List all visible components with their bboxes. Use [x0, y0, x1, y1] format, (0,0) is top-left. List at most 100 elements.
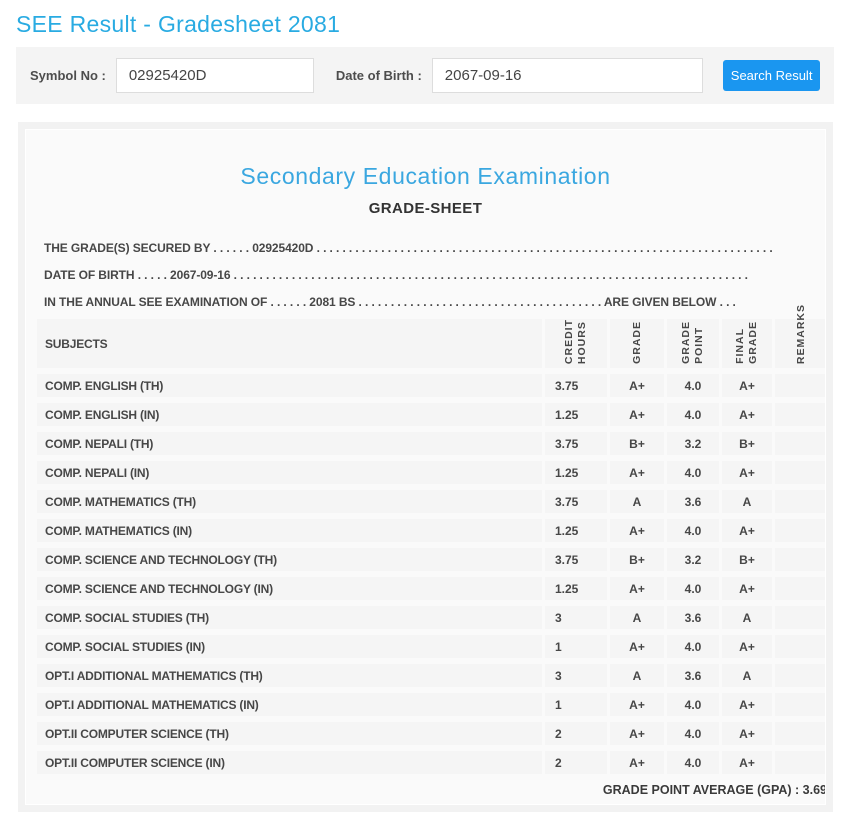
remarks-cell [772, 519, 826, 542]
grades-table: SUBJECTS CREDIT HOURS GRADE GRADE POINT … [37, 319, 826, 774]
date-of-birth-input[interactable] [432, 58, 703, 93]
remarks-cell [772, 548, 826, 571]
grade-point-cell: 4.0 [664, 374, 719, 397]
table-row: OPT.I ADDITIONAL MATHEMATICS (TH) 3 A 3.… [37, 664, 826, 687]
subject-cell: COMP. SCIENCE AND TECHNOLOGY (IN) [37, 577, 542, 600]
secured-by-line: THE GRADE(S) SECURED BY . . . . . . 0292… [44, 235, 776, 262]
subject-cell: COMP. ENGLISH (IN) [37, 403, 542, 426]
remarks-cell [772, 374, 826, 397]
search-form: Symbol No : Date of Birth : Search Resul… [16, 47, 834, 104]
remarks-cell [772, 722, 826, 745]
gradesheet-subheading: GRADE-SHEET [32, 200, 819, 217]
final-grade-cell: B+ [719, 548, 772, 571]
grade-point-cell: 4.0 [664, 577, 719, 600]
grade-point-cell: 4.0 [664, 461, 719, 484]
grade-point-cell: 4.0 [664, 403, 719, 426]
table-row: COMP. SCIENCE AND TECHNOLOGY (TH) 3.75 B… [37, 548, 826, 571]
remarks-cell [772, 751, 826, 774]
table-row: COMP. MATHEMATICS (IN) 1.25 A+ 4.0 A+ [37, 519, 826, 542]
grade-cell: A [607, 606, 664, 629]
remarks-cell [772, 461, 826, 484]
final-grade-cell: A+ [719, 374, 772, 397]
table-row: COMP. SOCIAL STUDIES (TH) 3 A 3.6 A [37, 606, 826, 629]
grade-point-cell: 4.0 [664, 751, 719, 774]
remarks-cell [772, 664, 826, 687]
credit-hours-cell: 1.25 [542, 403, 607, 426]
subject-cell: OPT.I ADDITIONAL MATHEMATICS (IN) [37, 693, 542, 716]
intro-lines: THE GRADE(S) SECURED BY . . . . . . 0292… [44, 235, 776, 316]
credit-hours-cell: 3.75 [542, 490, 607, 513]
table-row: OPT.II COMPUTER SCIENCE (TH) 2 A+ 4.0 A+ [37, 722, 826, 745]
column-header-remarks: REMARKS [772, 319, 826, 368]
final-grade-cell: A+ [719, 693, 772, 716]
column-header-grade-point: GRADE POINT [664, 319, 719, 368]
date-of-birth-label: Date of Birth : [336, 68, 422, 83]
table-row: COMP. MATHEMATICS (TH) 3.75 A 3.6 A [37, 490, 826, 513]
grade-point-cell: 3.6 [664, 606, 719, 629]
remarks-cell [772, 577, 826, 600]
credit-hours-cell: 3.75 [542, 374, 607, 397]
result-container: Secondary Education Examination GRADE-SH… [18, 122, 833, 812]
table-row: OPT.II COMPUTER SCIENCE (IN) 2 A+ 4.0 A+ [37, 751, 826, 774]
grade-point-cell: 3.6 [664, 490, 719, 513]
remarks-cell [772, 635, 826, 658]
grade-point-cell: 4.0 [664, 722, 719, 745]
table-row: COMP. ENGLISH (TH) 3.75 A+ 4.0 A+ [37, 374, 826, 397]
grade-cell: A [607, 664, 664, 687]
final-grade-cell: A+ [719, 577, 772, 600]
final-grade-cell: A+ [719, 722, 772, 745]
search-result-button[interactable]: Search Result [723, 60, 820, 91]
grade-cell: A+ [607, 374, 664, 397]
column-header-grade: GRADE [607, 319, 664, 368]
final-grade-cell: A [719, 490, 772, 513]
symbol-no-input[interactable] [116, 58, 314, 93]
subject-cell: COMP. NEPALI (IN) [37, 461, 542, 484]
final-grade-cell: B+ [719, 432, 772, 455]
table-header-row: SUBJECTS CREDIT HOURS GRADE GRADE POINT … [37, 319, 826, 368]
grade-point-cell: 4.0 [664, 519, 719, 542]
remarks-cell [772, 403, 826, 426]
subject-cell: COMP. MATHEMATICS (TH) [37, 490, 542, 513]
table-row: COMP. NEPALI (IN) 1.25 A+ 4.0 A+ [37, 461, 826, 484]
credit-hours-cell: 3 [542, 606, 607, 629]
remarks-cell [772, 432, 826, 455]
credit-hours-cell: 2 [542, 751, 607, 774]
exam-heading: Secondary Education Examination [32, 163, 819, 190]
credit-hours-cell: 1.25 [542, 577, 607, 600]
subject-cell: COMP. SOCIAL STUDIES (IN) [37, 635, 542, 658]
grade-cell: A+ [607, 403, 664, 426]
final-grade-cell: A [719, 664, 772, 687]
grade-cell: B+ [607, 548, 664, 571]
subject-cell: OPT.I ADDITIONAL MATHEMATICS (TH) [37, 664, 542, 687]
table-body: COMP. ENGLISH (TH) 3.75 A+ 4.0 A+ COMP. … [37, 374, 826, 774]
subject-cell: COMP. MATHEMATICS (IN) [37, 519, 542, 542]
page-title: SEE Result - Gradesheet 2081 [16, 11, 850, 38]
credit-hours-cell: 3.75 [542, 548, 607, 571]
final-grade-cell: A+ [719, 751, 772, 774]
grade-cell: A+ [607, 519, 664, 542]
gradesheet-card: Secondary Education Examination GRADE-SH… [25, 129, 826, 805]
grade-cell: A+ [607, 461, 664, 484]
table-row: COMP. NEPALI (TH) 3.75 B+ 3.2 B+ [37, 432, 826, 455]
grade-cell: A+ [607, 693, 664, 716]
grade-cell: A+ [607, 635, 664, 658]
final-grade-cell: A+ [719, 635, 772, 658]
subject-cell: OPT.II COMPUTER SCIENCE (IN) [37, 751, 542, 774]
subject-cell: COMP. ENGLISH (TH) [37, 374, 542, 397]
grade-cell: A+ [607, 577, 664, 600]
examination-of-line: IN THE ANNUAL SEE EXAMINATION OF . . . .… [44, 289, 776, 316]
grade-point-cell: 3.2 [664, 432, 719, 455]
final-grade-cell: A+ [719, 461, 772, 484]
remarks-cell [772, 606, 826, 629]
credit-hours-cell: 1.25 [542, 461, 607, 484]
grade-cell: A [607, 490, 664, 513]
subject-cell: COMP. SOCIAL STUDIES (TH) [37, 606, 542, 629]
credit-hours-cell: 1.25 [542, 519, 607, 542]
credit-hours-cell: 1 [542, 635, 607, 658]
gpa-total: GRADE POINT AVERAGE (GPA) : 3.69 [37, 783, 826, 797]
grade-point-cell: 3.6 [664, 664, 719, 687]
credit-hours-cell: 1 [542, 693, 607, 716]
credit-hours-cell: 3 [542, 664, 607, 687]
credit-hours-cell: 2 [542, 722, 607, 745]
grade-point-cell: 4.0 [664, 635, 719, 658]
